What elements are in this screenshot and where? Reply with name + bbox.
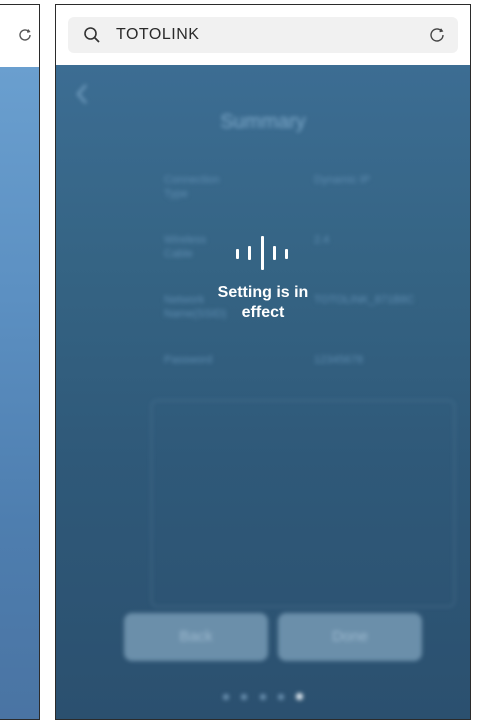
row-value: 12345678 <box>314 354 363 366</box>
left-phone-screen <box>0 67 39 719</box>
page-dot-active <box>296 693 304 700</box>
summary-row: Password 12345678 <box>56 353 470 393</box>
left-browser-bar <box>0 5 39 67</box>
page-dot <box>277 694 284 700</box>
browser-bar: TOTOLINK <box>56 5 470 65</box>
loading-message: Setting is in effect <box>217 284 309 321</box>
refresh-icon[interactable] <box>428 26 446 44</box>
phone-frame: TOTOLINK Summary Connection Type Dynamic… <box>55 4 471 720</box>
back-arrow-icon[interactable] <box>74 83 90 105</box>
refresh-icon[interactable] <box>17 27 33 43</box>
page-dot <box>241 694 248 700</box>
page-dot <box>259 694 266 700</box>
page-dot <box>222 694 229 700</box>
loading-icon <box>228 233 298 273</box>
summary-panel <box>151 400 455 607</box>
row-value: Dynamic IP <box>314 174 371 186</box>
row-label: Connection Type <box>164 174 220 200</box>
address-bar[interactable]: TOTOLINK <box>68 17 458 53</box>
search-icon <box>84 27 100 43</box>
page-indicator <box>56 687 470 705</box>
left-phone-frame <box>0 4 40 720</box>
app-screen: Summary Connection Type Dynamic IP Wirel… <box>56 65 470 719</box>
loading-overlay: Setting is in effect <box>56 233 470 323</box>
row-label: Password <box>164 354 213 366</box>
done-button[interactable]: Done <box>278 613 422 661</box>
back-button[interactable]: Back <box>124 613 268 661</box>
blurred-summary-page: Summary Connection Type Dynamic IP Wirel… <box>56 65 470 719</box>
page-title: Summary <box>220 111 306 133</box>
summary-row: Connection Type Dynamic IP <box>56 173 470 213</box>
address-text: TOTOLINK <box>116 26 200 43</box>
